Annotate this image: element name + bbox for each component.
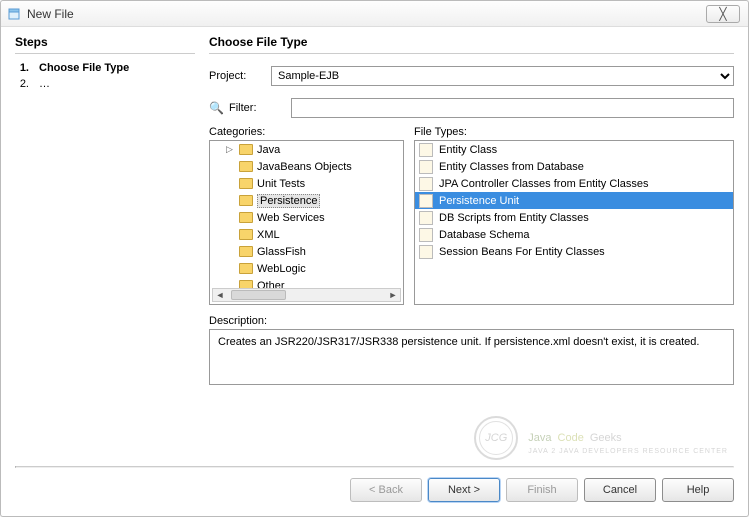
cancel-button[interactable]: Cancel — [584, 478, 656, 502]
category-item[interactable]: ▷Persistence — [212, 192, 403, 209]
file-icon — [419, 194, 433, 208]
project-select[interactable]: Sample-EJB — [271, 66, 734, 86]
divider — [15, 53, 195, 54]
folder-icon — [239, 195, 253, 206]
filetype-label: DB Scripts from Entity Classes — [439, 212, 589, 224]
category-label: Web Services — [257, 212, 325, 224]
category-item[interactable]: ▷WebLogic — [212, 260, 403, 277]
filetypes-label: File Types: — [414, 126, 734, 138]
step-number: 2. — [15, 78, 29, 90]
filetype-item[interactable]: Session Beans For Entity Classes — [415, 243, 733, 260]
categories-label: Categories: — [209, 126, 404, 138]
filetype-label: Database Schema — [439, 229, 530, 241]
filetype-label: Entity Classes from Database — [439, 161, 584, 173]
close-button[interactable]: ╳ — [706, 5, 740, 23]
category-item[interactable]: ▷Other — [212, 277, 403, 288]
steps-heading: Steps — [15, 35, 195, 49]
dialog-body: Steps 1. Choose File Type 2. … Choose Fi… — [1, 27, 748, 466]
category-item[interactable]: ▷XML — [212, 226, 403, 243]
step-item: 2. … — [15, 76, 195, 92]
category-label: GlassFish — [257, 246, 306, 258]
categories-listbox[interactable]: ▷ Java ▷JavaBeans Objects▷Unit Tests▷Persi… — [209, 140, 404, 305]
category-label: Unit Tests — [257, 178, 305, 190]
step-item: 1. Choose File Type — [15, 60, 195, 76]
finish-button[interactable]: Finish — [506, 478, 578, 502]
button-row: < Back Next > Finish Cancel Help — [1, 468, 748, 516]
next-button[interactable]: Next > — [428, 478, 500, 502]
category-item[interactable]: ▷GlassFish — [212, 243, 403, 260]
filetype-item[interactable]: JPA Controller Classes from Entity Class… — [415, 175, 733, 192]
file-icon — [419, 143, 433, 157]
window-title: New File — [27, 7, 74, 21]
project-row: Project: Sample-EJB — [209, 66, 734, 86]
steps-list: 1. Choose File Type 2. … — [15, 60, 195, 92]
step-label: … — [39, 78, 50, 90]
description-text: Creates an JSR220/JSR317/JSR338 persiste… — [218, 336, 699, 348]
category-label: Persistence — [257, 194, 320, 208]
back-button[interactable]: < Back — [350, 478, 422, 502]
filetype-label: Session Beans For Entity Classes — [439, 246, 605, 258]
filetypes-listbox[interactable]: Entity Class Entity Classes from Database… — [414, 140, 734, 305]
new-file-dialog: New File ╳ Steps 1. Choose File Type 2. … — [0, 0, 749, 517]
description-box: Creates an JSR220/JSR317/JSR338 persiste… — [209, 329, 734, 385]
folder-icon — [239, 263, 253, 274]
filetype-item[interactable]: Entity Class — [415, 141, 733, 158]
file-icon — [419, 177, 433, 191]
horizontal-scrollbar[interactable]: ◄ ► — [212, 288, 401, 302]
category-item[interactable]: ▷ Java — [212, 141, 403, 158]
folder-icon — [239, 144, 253, 155]
folder-icon — [239, 212, 253, 223]
search-icon: 🔍 — [209, 101, 223, 115]
scroll-left-icon[interactable]: ◄ — [213, 290, 227, 300]
expand-icon: ▷ — [226, 144, 235, 155]
category-item[interactable]: ▷JavaBeans Objects — [212, 158, 403, 175]
scroll-thumb[interactable] — [231, 290, 286, 300]
file-icon — [419, 160, 433, 174]
folder-icon — [239, 229, 253, 240]
step-label: Choose File Type — [39, 62, 129, 74]
categories-column: Categories: ▷ Java ▷JavaBeans Objects▷Unit… — [209, 126, 404, 305]
help-button[interactable]: Help — [662, 478, 734, 502]
filetypes-column: File Types: Entity Class Entity Classes f… — [414, 126, 734, 305]
steps-pane: Steps 1. Choose File Type 2. … — [15, 35, 195, 466]
file-icon — [419, 245, 433, 259]
filetype-label: Persistence Unit — [439, 195, 519, 207]
main-heading: Choose File Type — [209, 35, 734, 49]
filetype-item[interactable]: Database Schema — [415, 226, 733, 243]
category-label: Java — [257, 144, 280, 156]
filetype-label: Entity Class — [439, 144, 497, 156]
title-bar: New File ╳ — [1, 1, 748, 27]
folder-icon — [239, 161, 253, 172]
filetype-label: JPA Controller Classes from Entity Class… — [439, 178, 648, 190]
app-icon — [7, 7, 21, 21]
description-label: Description: — [209, 315, 734, 327]
filter-row: 🔍 Filter: — [209, 98, 734, 118]
project-label: Project: — [209, 70, 265, 82]
filetype-item[interactable]: Persistence Unit — [415, 192, 733, 209]
folder-icon — [239, 246, 253, 257]
category-label: JavaBeans Objects — [257, 161, 352, 173]
divider — [209, 53, 734, 54]
lists-row: Categories: ▷ Java ▷JavaBeans Objects▷Unit… — [209, 126, 734, 305]
scroll-right-icon[interactable]: ► — [386, 290, 400, 300]
filetype-item[interactable]: DB Scripts from Entity Classes — [415, 209, 733, 226]
file-icon — [419, 211, 433, 225]
main-pane: Choose File Type Project: Sample-EJB 🔍 F… — [209, 35, 734, 466]
folder-icon — [239, 280, 253, 288]
file-icon — [419, 228, 433, 242]
category-label: XML — [257, 229, 280, 241]
filetype-item[interactable]: Entity Classes from Database — [415, 158, 733, 175]
folder-icon — [239, 178, 253, 189]
category-label: WebLogic — [257, 263, 306, 275]
category-label: Other — [257, 280, 285, 289]
category-item[interactable]: ▷Unit Tests — [212, 175, 403, 192]
step-number: 1. — [15, 62, 29, 74]
filter-label: Filter: — [229, 102, 285, 114]
category-item[interactable]: ▷Web Services — [212, 209, 403, 226]
filter-input[interactable] — [291, 98, 734, 118]
